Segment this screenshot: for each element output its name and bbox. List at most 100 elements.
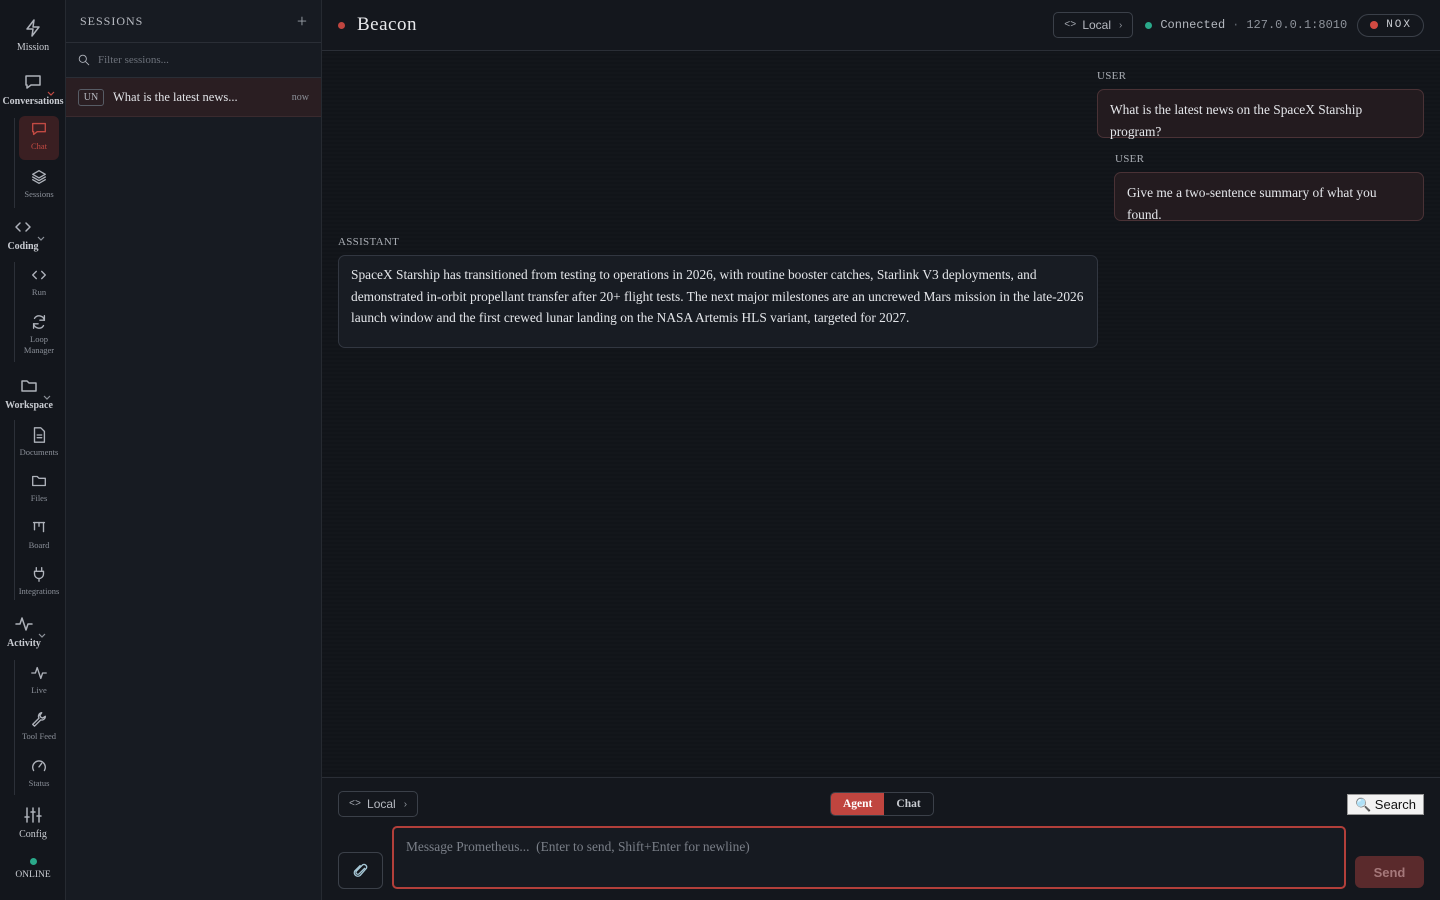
activity-icon bbox=[14, 614, 46, 638]
code-icon bbox=[32, 270, 46, 280]
message-role-label: USER bbox=[1115, 153, 1145, 165]
sliders-icon bbox=[23, 805, 43, 825]
rail-divider bbox=[14, 420, 15, 600]
lightning-icon bbox=[23, 18, 43, 38]
message-role-label: ASSISTANT bbox=[338, 236, 400, 248]
online-dot bbox=[29, 858, 37, 865]
environment-label: Local bbox=[1082, 18, 1111, 32]
chevron-right-icon: › bbox=[403, 798, 408, 810]
app-status-dot bbox=[338, 21, 345, 29]
rail-item-files[interactable]: Files bbox=[19, 468, 59, 508]
session-filter bbox=[66, 43, 321, 78]
web-search-button[interactable]: 🔍 Search bbox=[1347, 794, 1424, 815]
message-square-icon bbox=[23, 72, 55, 96]
rail-divider bbox=[14, 262, 15, 362]
rail-item-board[interactable]: Board bbox=[19, 515, 59, 555]
profile-dot bbox=[1370, 21, 1379, 29]
code-icon: <> bbox=[1064, 19, 1077, 31]
code-icon bbox=[13, 217, 45, 241]
rail-item-live[interactable]: Live bbox=[19, 660, 59, 700]
refresh-icon bbox=[32, 315, 46, 329]
environment-selector[interactable]: <> Local › bbox=[1053, 12, 1134, 38]
rail-item-documents[interactable]: Documents bbox=[19, 422, 59, 462]
chevron-down-icon bbox=[47, 91, 55, 96]
plug-icon bbox=[33, 567, 45, 582]
rail-group-activity[interactable]: Activity bbox=[0, 614, 57, 649]
profile-label: NOX bbox=[1386, 19, 1412, 31]
rail-label-tool-feed: Tool Feed bbox=[21, 731, 57, 741]
rail-label-board: Board bbox=[28, 540, 50, 550]
layers-icon bbox=[32, 170, 46, 184]
online-indicator: ONLINE bbox=[0, 858, 66, 880]
message-input[interactable] bbox=[406, 839, 1332, 876]
rail-item-sessions[interactable]: Sessions bbox=[19, 164, 59, 204]
rail-label-files: Files bbox=[30, 493, 48, 503]
mode-agent-button[interactable]: Agent bbox=[831, 793, 885, 815]
rail-group-mission[interactable]: Mission bbox=[0, 18, 66, 53]
code-icon: <> bbox=[349, 798, 362, 810]
rail-item-status[interactable]: Status bbox=[19, 753, 59, 793]
pulse-icon bbox=[31, 666, 47, 680]
chevron-right-icon: › bbox=[1119, 19, 1123, 31]
document-icon bbox=[33, 427, 46, 443]
session-row[interactable]: UN What is the latest news... now bbox=[66, 78, 321, 117]
rail-label-config: Config bbox=[19, 829, 47, 840]
rail-item-run[interactable]: Run bbox=[19, 262, 59, 302]
page-title: Beacon bbox=[357, 14, 417, 35]
sessions-header: SESSIONS + bbox=[66, 0, 321, 43]
rail-label-status: Status bbox=[28, 778, 50, 788]
session-name: What is the latest news... bbox=[113, 89, 238, 104]
rail-item-integrations[interactable]: Integrations bbox=[19, 561, 59, 601]
assistant-message: SpaceX Starship has transitioned from te… bbox=[338, 255, 1098, 348]
chevron-down-icon bbox=[37, 236, 45, 241]
rail-label-documents: Documents bbox=[19, 447, 59, 457]
rail-group-config[interactable]: Config bbox=[0, 805, 66, 840]
rail-group-coding[interactable]: Coding bbox=[0, 217, 56, 252]
session-filter-input[interactable] bbox=[98, 54, 298, 66]
rail-item-loop-manager[interactable]: Loop Manager bbox=[19, 309, 59, 360]
chat-icon bbox=[32, 122, 46, 136]
online-label: ONLINE bbox=[15, 870, 51, 880]
rail-divider bbox=[14, 660, 15, 795]
search-icon bbox=[78, 54, 90, 66]
rail-label-chat: Chat bbox=[30, 141, 48, 151]
mode-chat-button[interactable]: Chat bbox=[884, 793, 932, 815]
gauge-icon bbox=[32, 760, 46, 772]
session-time: now bbox=[291, 91, 309, 103]
wrench-icon bbox=[32, 712, 46, 727]
folder-icon bbox=[32, 475, 46, 487]
composer-environment-selector[interactable]: <> Local › bbox=[338, 791, 419, 817]
rail-group-conversations[interactable]: Conversations bbox=[0, 72, 66, 107]
send-button[interactable]: Send bbox=[1355, 856, 1424, 888]
message-input-box bbox=[392, 826, 1346, 889]
rail-label-mission: Mission bbox=[16, 42, 50, 53]
connection-label: Connected bbox=[1160, 18, 1226, 32]
session-badge: UN bbox=[78, 88, 104, 106]
kanban-icon bbox=[32, 521, 46, 533]
nav-rail: Mission Conversations Chat Sessions Codi… bbox=[0, 0, 66, 900]
chevron-down-icon bbox=[43, 395, 51, 400]
connection-status: Connected · 127.0.0.1:8010 bbox=[1145, 18, 1347, 32]
composer-environment-label: Local bbox=[367, 797, 396, 811]
rail-group-workspace[interactable]: Workspace bbox=[0, 376, 62, 411]
mode-toggle: Agent Chat bbox=[830, 792, 934, 816]
rail-label-loop-manager: Loop Manager bbox=[23, 334, 55, 355]
rail-item-chat[interactable]: Chat bbox=[19, 116, 59, 160]
top-bar: Beacon <> Local › Connected · 127.0.0.1:… bbox=[322, 0, 1440, 51]
chat-main: Beacon <> Local › Connected · 127.0.0.1:… bbox=[322, 0, 1440, 900]
rail-label-sessions: Sessions bbox=[24, 189, 54, 199]
user-message: What is the latest news on the SpaceX St… bbox=[1097, 89, 1424, 139]
chevron-down-icon bbox=[38, 633, 46, 638]
connection-separator: · bbox=[1232, 18, 1240, 32]
message-role-label: USER bbox=[1097, 70, 1127, 82]
sessions-panel: SESSIONS + UN What is the latest news...… bbox=[66, 0, 322, 900]
profile-badge[interactable]: NOX bbox=[1357, 13, 1424, 37]
folder-icon bbox=[19, 376, 51, 400]
attach-button[interactable] bbox=[338, 852, 383, 889]
connection-address: 127.0.0.1:8010 bbox=[1246, 18, 1348, 32]
new-session-button[interactable]: + bbox=[297, 12, 307, 30]
sessions-title: SESSIONS bbox=[80, 13, 144, 28]
user-message: Give me a two-sentence summary of what y… bbox=[1114, 172, 1424, 222]
composer: <> Local › Agent Chat 🔍 Search Send bbox=[322, 777, 1440, 900]
rail-item-tool-feed[interactable]: Tool Feed bbox=[19, 706, 59, 746]
